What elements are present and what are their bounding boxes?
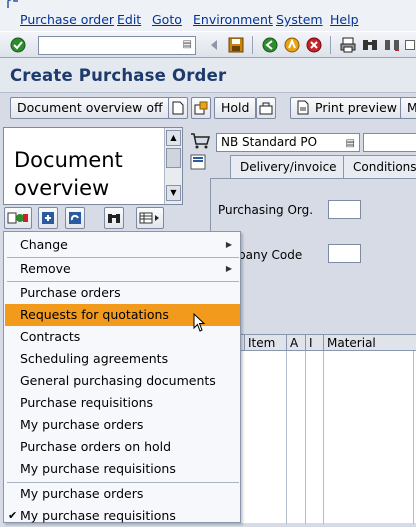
document-overview-scrollbar[interactable]: ▲ ▼	[164, 128, 182, 204]
triangle-left-icon[interactable]	[204, 35, 224, 55]
header-tab-strip: Delivery/invoice Conditions	[210, 155, 416, 179]
menu-item-purchase-orders-on-hold[interactable]: Purchase orders on hold	[5, 436, 240, 458]
titlebar-strip	[0, 0, 416, 11]
grid-divider	[286, 351, 287, 524]
scroll-up-icon[interactable]: ▲	[166, 130, 181, 146]
document-overview-toolbar	[3, 205, 183, 231]
purchasing-org-label: Purchasing Org.	[218, 203, 314, 217]
menubar: Purchase order Edit Goto Environment Sys…	[0, 11, 416, 31]
submenu-arrow-icon: ▶	[225, 264, 232, 273]
menu-item-label: Remove	[20, 261, 71, 276]
column-i[interactable]: I	[305, 335, 323, 351]
shopping-cart-icon[interactable]	[190, 132, 210, 153]
menu-environment[interactable]: Environment	[193, 12, 273, 27]
selection-variant-icon[interactable]	[4, 207, 32, 229]
menu-item-change[interactable]: Change ▶	[5, 234, 240, 256]
application-toolbar: Document overview off Hold Print preview…	[0, 92, 416, 122]
dropdown-icon[interactable]: ▤	[183, 39, 192, 50]
refresh-icon[interactable]	[65, 207, 85, 229]
menu-purchase-order[interactable]: Purchase order	[20, 12, 114, 27]
scroll-thumb[interactable]	[166, 148, 181, 168]
print-preview-icon	[296, 100, 310, 121]
back-icon[interactable]	[260, 35, 280, 55]
menu-goto[interactable]: Goto	[152, 12, 182, 27]
exit-icon[interactable]	[282, 35, 302, 55]
po-number-field[interactable]	[363, 133, 416, 152]
command-field[interactable]: ▤	[38, 36, 196, 55]
menu-item-label: Change	[20, 237, 68, 252]
find-next-icon[interactable]	[382, 35, 402, 55]
page-title: Create Purchase Order	[10, 66, 227, 85]
tab-delivery-invoice[interactable]: Delivery/invoice	[230, 155, 347, 179]
enter-icon[interactable]	[8, 35, 28, 55]
menu-item-my-purchase-orders-2[interactable]: My purchase orders	[5, 483, 240, 505]
print-preview-label: Print preview	[315, 100, 398, 115]
item-grid: Item A I Material	[240, 334, 416, 524]
create-document-button[interactable]	[168, 97, 188, 119]
grid-divider	[305, 351, 306, 524]
scroll-down-icon[interactable]: ▼	[166, 185, 181, 201]
toolbar-separator	[330, 36, 331, 54]
print-preview-button[interactable]: Print preview	[290, 97, 405, 121]
hold-button[interactable]: Hold	[214, 97, 257, 119]
menu-item-label: My purchase requisitions	[20, 508, 176, 523]
toolbar-separator	[252, 36, 253, 54]
document-overview-title-line2: overview	[14, 176, 110, 200]
collapse-header-icon[interactable]	[190, 154, 206, 173]
menu-item-general-purchasing-documents[interactable]: General purchasing documents	[5, 370, 240, 392]
menu-item-purchase-requisitions[interactable]: Purchase requisitions	[5, 392, 240, 414]
menu-item-scheduling-agreements[interactable]: Scheduling agreements	[5, 348, 240, 370]
mouse-pointer-icon	[193, 312, 207, 336]
dropdown-icon[interactable]: ▤	[346, 135, 355, 152]
grid-header: Item A I Material	[240, 335, 416, 351]
check-button[interactable]	[256, 97, 276, 119]
print-icon[interactable]	[338, 35, 358, 55]
menu-item-remove[interactable]: Remove ▶	[5, 258, 240, 280]
order-type-select[interactable]: NB Standard PO ▤	[216, 133, 360, 152]
find-icon[interactable]	[104, 207, 124, 229]
purchasing-org-field[interactable]	[328, 200, 361, 219]
other-document-button[interactable]	[191, 97, 211, 119]
command-input[interactable]	[39, 37, 195, 54]
tab-conditions[interactable]: Conditions	[343, 155, 416, 179]
order-type-value: NB Standard PO	[221, 135, 318, 149]
company-code-label: pany Code	[238, 248, 303, 262]
menu-help[interactable]: Help	[330, 12, 359, 27]
menu-edit[interactable]: Edit	[117, 12, 141, 27]
submenu-arrow-icon: ▶	[225, 240, 232, 249]
expand-icon[interactable]	[38, 207, 58, 229]
menu-item-my-purchase-orders[interactable]: My purchase orders	[5, 414, 240, 436]
document-overview-title-line1: Document	[14, 148, 123, 172]
more-button[interactable]: M	[400, 97, 416, 119]
menu-system[interactable]: System	[276, 12, 323, 27]
column-a[interactable]: A	[286, 335, 305, 351]
document-overview-title: Document overview	[14, 146, 123, 202]
find-icon[interactable]	[360, 35, 380, 55]
grid-divider	[413, 351, 414, 524]
cancel-icon[interactable]	[304, 35, 324, 55]
menu-item-purchase-orders[interactable]: Purchase orders	[5, 282, 240, 304]
grid-divider	[323, 351, 324, 524]
column-material[interactable]: Material	[323, 335, 416, 351]
column-item[interactable]: Item	[244, 335, 286, 351]
company-code-field[interactable]	[328, 244, 361, 263]
checkmark-icon: ✔	[8, 509, 18, 522]
standard-toolbar: ▤	[0, 31, 416, 58]
menu-item-my-purchase-requisitions[interactable]: My purchase requisitions	[5, 458, 240, 480]
document-overview-off-button[interactable]: Document overview off	[10, 97, 170, 119]
save-icon[interactable]	[226, 35, 246, 55]
layout-icon[interactable]	[136, 207, 164, 229]
context-menu: Change ▶ Remove ▶ Purchase orders Reques…	[3, 231, 241, 523]
menu-item-my-purchase-requisitions-2[interactable]: ✔ My purchase requisitions	[5, 505, 240, 527]
create-session-icon[interactable]	[404, 35, 416, 55]
